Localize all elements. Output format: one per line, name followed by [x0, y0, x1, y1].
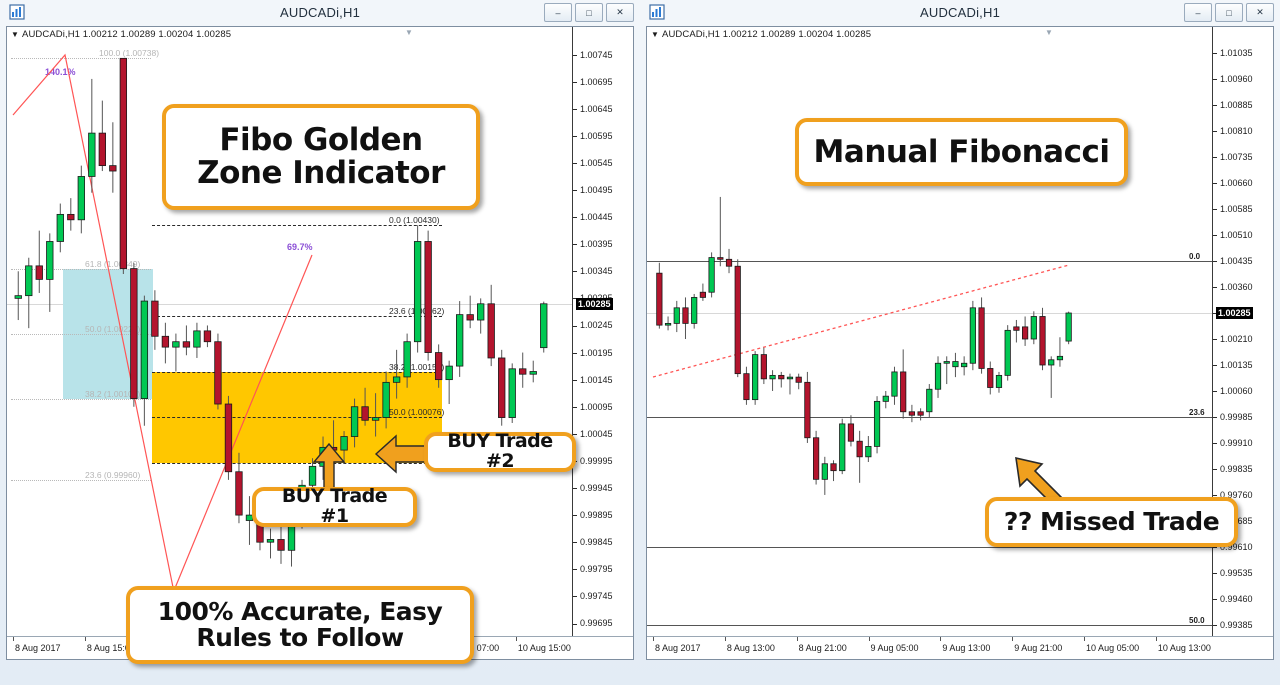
callout-text: BUY Trade #1 — [281, 485, 388, 527]
time-tick: 8 Aug 2017 — [15, 643, 61, 653]
time-tick: 8 Aug 13:00 — [726, 643, 775, 653]
price-tick: 1.00195 — [573, 348, 613, 358]
callout-fibo-golden-zone: Fibo Golden Zone Indicator — [162, 104, 480, 210]
price-tick: 1.00345 — [573, 266, 613, 276]
time-tickmark — [84, 637, 86, 641]
close-button[interactable]: ✕ — [606, 3, 634, 22]
price-scale-right[interactable]: 1.01035 1.00960 1.00885 1.00810 1.00735 1.006… — [1212, 27, 1273, 659]
time-tickmark — [13, 637, 14, 641]
titlebar-right: AUDCADi,H1 – □ ✕ — [640, 0, 1280, 24]
price-tick: 1.00245 — [573, 320, 613, 330]
price-tick: 1.00810 — [1213, 126, 1253, 136]
time-tickmark — [1084, 637, 1086, 641]
callout-manual-fibonacci: Manual Fibonacci — [795, 118, 1128, 186]
price-tick: 1.00135 — [1213, 360, 1253, 370]
window-buttons-right: – □ ✕ — [1184, 3, 1274, 22]
close-button[interactable]: ✕ — [1246, 3, 1274, 22]
window-title: AUDCADi,H1 — [279, 4, 360, 20]
callout-accurate-rules: 100% Accurate, Easy Rules to Follow — [126, 586, 474, 664]
price-tick: 1.00435 — [1213, 256, 1253, 266]
price-tick: 1.00595 — [573, 131, 613, 141]
time-tick: 10 Aug 15:00 — [517, 643, 571, 653]
price-tick: 0.99910 — [1213, 438, 1253, 448]
price-tick: 1.00585 — [1213, 204, 1253, 214]
chart-window-icon — [8, 3, 26, 21]
dual-chart-comparison: AUDCADi,H1 – □ ✕ ▼ AUDCADi,H1 1.00212 1.0… — [0, 0, 1280, 685]
price-tick: 0.99945 — [573, 483, 613, 493]
time-tickmark — [940, 637, 942, 641]
price-tick: 0.99895 — [573, 510, 613, 520]
callout-buy-trade-2: BUY Trade #2 — [424, 430, 576, 472]
price-tick: 1.00395 — [573, 239, 613, 249]
price-tick: 1.00095 — [573, 402, 613, 412]
callout-buy-trade-1: BUY Trade #1 — [252, 485, 417, 527]
maximize-button[interactable]: □ — [1215, 3, 1243, 22]
price-tick: 0.99795 — [573, 564, 613, 574]
price-tick: 1.00960 — [1213, 74, 1253, 84]
maximize-button[interactable]: □ — [575, 3, 603, 22]
chart-window-left: AUDCADi,H1 – □ ✕ ▼ AUDCADi,H1 1.00212 1.0… — [0, 0, 640, 685]
callout-text: Manual Fibonacci — [813, 133, 1110, 170]
price-tick: 0.99460 — [1213, 594, 1253, 604]
callout-text: 100% Accurate, Easy Rules to Follow — [157, 596, 443, 652]
price-tick: 1.00545 — [573, 158, 613, 168]
price-tick: 0.99845 — [573, 537, 613, 547]
price-tick: 0.99385 — [1213, 620, 1253, 630]
window-buttons-left: – □ ✕ — [544, 3, 634, 22]
time-tickmark — [796, 637, 798, 641]
window-title: AUDCADi,H1 — [919, 4, 1000, 20]
price-tick: 1.00645 — [573, 104, 613, 114]
current-price-label: 1.00285 — [1216, 307, 1253, 319]
callout-missed-trade: ?? Missed Trade — [985, 497, 1238, 547]
current-price-label: 1.00285 — [576, 297, 613, 310]
price-tick: 1.00445 — [573, 212, 613, 222]
price-tick: 0.99695 — [573, 618, 613, 628]
price-tick: 1.00210 — [1213, 334, 1253, 344]
arrow-buy-trade-2 — [374, 434, 431, 474]
time-tickmark — [724, 637, 726, 641]
chart-window-icon — [648, 3, 666, 21]
price-tick: 1.00495 — [573, 185, 613, 195]
price-tick: 0.99835 — [1213, 464, 1253, 474]
price-tick: 1.00060 — [1213, 386, 1253, 396]
callout-text: BUY Trade #2 — [447, 430, 553, 472]
time-tick: 10 Aug 05:00 — [1086, 643, 1140, 653]
time-tickmark — [653, 637, 654, 641]
price-tick: 1.00885 — [1213, 100, 1253, 110]
price-tick: 1.00360 — [1213, 282, 1253, 292]
callout-text: ?? Missed Trade — [1003, 506, 1220, 536]
time-tickmark — [868, 637, 870, 641]
price-scale-left[interactable]: 1.00745 1.00695 1.00645 1.00595 1.00545 1.004… — [572, 27, 633, 659]
time-tick: 9 Aug 13:00 — [942, 643, 991, 653]
time-tick: 8 Aug 2017 — [655, 643, 701, 653]
price-tick: 0.99995 — [573, 456, 613, 466]
titlebar-left: AUDCADi,H1 – □ ✕ — [0, 0, 640, 24]
time-tick: 10 Aug 13:00 — [1157, 643, 1211, 653]
price-tick: 1.00745 — [573, 50, 613, 60]
minimize-button[interactable]: – — [1184, 3, 1212, 22]
callout-text: Fibo Golden Zone Indicator — [197, 122, 445, 191]
time-tickmark — [515, 637, 517, 641]
price-tick: 0.99745 — [573, 591, 613, 601]
price-tick: 1.00695 — [573, 77, 613, 87]
time-tickmark — [1155, 637, 1157, 641]
price-tick: 0.99985 — [1213, 412, 1253, 422]
chart-window-right: AUDCADi,H1 – □ ✕ ▼ AUDCADi,H1 1.00212 1.0… — [640, 0, 1280, 685]
price-tick: 1.00735 — [1213, 152, 1253, 162]
price-tick: 0.99535 — [1213, 568, 1253, 578]
price-tick: 1.01035 — [1213, 48, 1253, 58]
price-tick: 1.00145 — [573, 375, 613, 385]
price-tick: 1.00045 — [573, 429, 613, 439]
minimize-button[interactable]: – — [544, 3, 572, 22]
price-tick: 1.00510 — [1213, 230, 1253, 240]
time-tick: 9 Aug 05:00 — [870, 643, 919, 653]
time-tick: 9 Aug 21:00 — [1014, 643, 1063, 653]
time-scale-right[interactable]: 8 Aug 2017 8 Aug 13:00 8 Aug 21:00 9 Aug 05… — [647, 636, 1273, 659]
time-tickmark — [1012, 637, 1014, 641]
price-tick: 1.00660 — [1213, 178, 1253, 188]
time-tick: 8 Aug 21:00 — [798, 643, 847, 653]
